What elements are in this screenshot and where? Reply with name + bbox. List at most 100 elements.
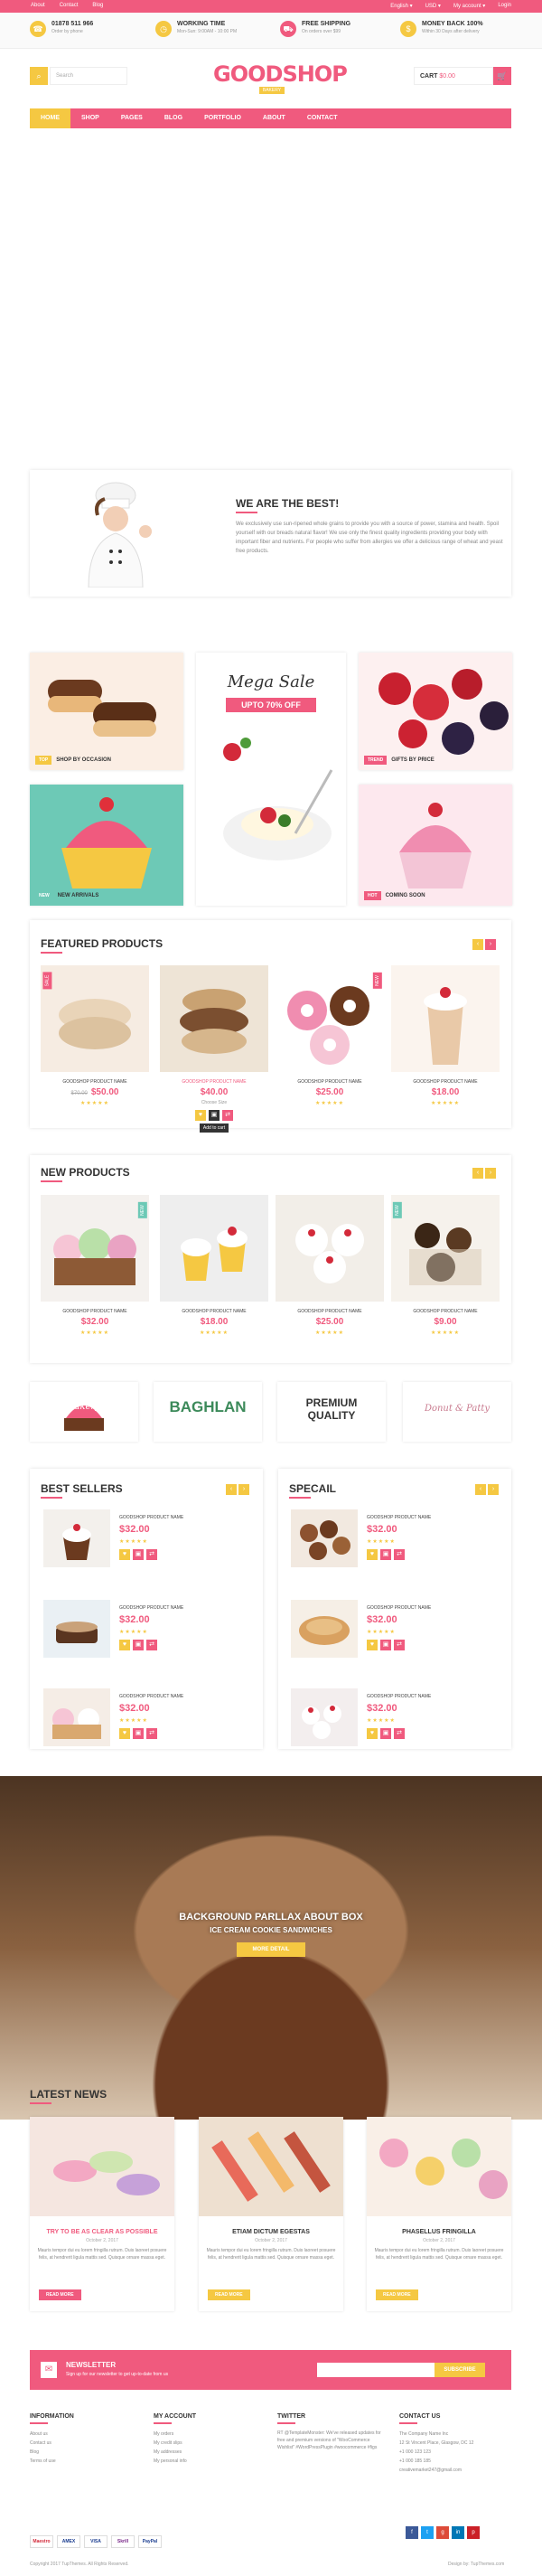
- more-detail-button[interactable]: MORE DETAIL: [237, 1942, 305, 1957]
- my-account-menu[interactable]: My account ▾: [453, 3, 485, 9]
- shop-now-button[interactable]: SHOP NOW: [194, 328, 274, 343]
- product-name[interactable]: GOODSHOP PRODUCT NAME: [119, 1515, 183, 1520]
- product-card[interactable]: GOODSHOP PRODUCT NAME $40.00 Choose Size…: [160, 965, 268, 1133]
- best-seller-item[interactable]: GOODSHOP PRODUCT NAME $32.00 ★★★★★ ♥ ▣ ⇄: [43, 1509, 269, 1573]
- product-card[interactable]: NEW GOODSHOP PRODUCT NAME $25.00 ★★★★★: [276, 965, 384, 1106]
- heart-icon[interactable]: ♥: [367, 1640, 378, 1650]
- product-name[interactable]: GOODSHOP PRODUCT NAME: [160, 1309, 268, 1314]
- best-seller-item[interactable]: GOODSHOP PRODUCT NAME $32.00 ★★★★★ ♥ ▣ ⇄: [43, 1600, 269, 1663]
- slider-dot[interactable]: [239, 396, 246, 402]
- top-link-blog[interactable]: Blog: [92, 3, 103, 8]
- cart-icon[interactable]: ▣: [380, 1549, 391, 1560]
- brand-logo[interactable]: PREMIUM QUALITY: [277, 1382, 386, 1442]
- browse-button[interactable]: BROWSE: [276, 328, 330, 343]
- linkedin-icon[interactable]: in: [452, 2526, 464, 2539]
- prev-arrow-icon[interactable]: ‹: [475, 1484, 486, 1495]
- product-name[interactable]: GOODSHOP PRODUCT NAME: [41, 1079, 149, 1085]
- newsletter-email-input[interactable]: [317, 2363, 435, 2377]
- heart-icon[interactable]: ♥: [119, 1549, 130, 1560]
- heart-icon[interactable]: ♥: [195, 1110, 206, 1121]
- next-arrow-icon[interactable]: ›: [485, 1168, 496, 1179]
- news-title[interactable]: ETIAM DICTUM EGESTAS: [199, 2229, 343, 2235]
- top-link-about[interactable]: About: [31, 3, 45, 8]
- nav-shop[interactable]: SHOP: [70, 108, 110, 128]
- top-link-contact[interactable]: Contact: [60, 3, 79, 8]
- banner-new-arrivals[interactable]: NEW NEW ARRIVALS: [30, 785, 183, 906]
- product-name[interactable]: GOODSHOP PRODUCT NAME: [367, 1515, 431, 1520]
- cart-icon[interactable]: ▣: [380, 1728, 391, 1739]
- cart-icon[interactable]: ▣: [133, 1640, 144, 1650]
- news-card[interactable]: ETIAM DICTUM EGESTAS October 2, 2017 Mau…: [199, 2117, 343, 2311]
- product-name[interactable]: GOODSHOP PRODUCT NAME: [276, 1309, 384, 1314]
- product-name[interactable]: GOODSHOP PRODUCT NAME: [160, 1079, 268, 1085]
- compare-icon[interactable]: ⇄: [146, 1728, 157, 1739]
- footer-link[interactable]: My addresses: [154, 2448, 271, 2457]
- prev-arrow-icon[interactable]: ‹: [472, 939, 483, 950]
- news-title[interactable]: PHASELLUS FRINGILLA: [367, 2229, 511, 2235]
- product-card[interactable]: GOODSHOP PRODUCT NAME $18.00 ★★★★★: [391, 965, 500, 1106]
- login-link[interactable]: Login: [498, 3, 511, 9]
- brand-logo[interactable]: Donut & Patty: [403, 1382, 511, 1442]
- nav-portfolio[interactable]: PORTFOLIO: [193, 108, 252, 128]
- nav-pages[interactable]: PAGES: [110, 108, 154, 128]
- heart-icon[interactable]: ♥: [119, 1640, 130, 1650]
- compare-icon[interactable]: ⇄: [146, 1549, 157, 1560]
- news-card[interactable]: PHASELLUS FRINGILLA October 2, 2017 Maur…: [367, 2117, 511, 2311]
- search-icon[interactable]: ⌕: [30, 67, 48, 85]
- cart-icon[interactable]: ▣: [133, 1728, 144, 1739]
- news-card[interactable]: TRY TO BE AS CLEAR AS POSSIBLE October 2…: [30, 2117, 174, 2311]
- compare-icon[interactable]: ⇄: [394, 1728, 405, 1739]
- product-card[interactable]: GOODSHOP PRODUCT NAME $25.00 ★★★★★: [276, 1195, 384, 1336]
- read-more-button[interactable]: READ MORE: [208, 2289, 250, 2300]
- product-name[interactable]: GOODSHOP PRODUCT NAME: [391, 1079, 500, 1085]
- product-name[interactable]: GOODSHOP PRODUCT NAME: [367, 1694, 431, 1699]
- product-name[interactable]: GOODSHOP PRODUCT NAME: [276, 1079, 384, 1085]
- footer-link[interactable]: Terms of use: [30, 2457, 147, 2466]
- slider-dot[interactable]: [283, 396, 289, 402]
- product-name[interactable]: GOODSHOP PRODUCT NAME: [41, 1309, 149, 1314]
- prev-arrow-icon[interactable]: ‹: [226, 1484, 237, 1495]
- design-credit[interactable]: Design by: TupThemes.com: [448, 2562, 504, 2567]
- cart-icon[interactable]: ▣: [209, 1110, 220, 1121]
- language-select[interactable]: English ▾: [390, 3, 412, 9]
- slider-dot[interactable]: [272, 396, 278, 402]
- footer-link[interactable]: Blog: [30, 2448, 147, 2457]
- footer-link[interactable]: My orders: [154, 2430, 271, 2439]
- product-card[interactable]: NEW GOODSHOP PRODUCT NAME $32.00 ★★★★★: [41, 1195, 149, 1336]
- cart-icon[interactable]: ▣: [133, 1549, 144, 1560]
- special-item[interactable]: GOODSHOP PRODUCT NAME $32.00 ★★★★★ ♥ ▣ ⇄: [291, 1509, 517, 1573]
- special-item[interactable]: GOODSHOP PRODUCT NAME $32.00 ★★★★★ ♥ ▣ ⇄: [291, 1600, 517, 1663]
- prev-arrow-icon[interactable]: ‹: [472, 1168, 483, 1179]
- cart-icon[interactable]: ▣: [380, 1640, 391, 1650]
- banner-coming-soon[interactable]: HOT COMING SOON: [359, 785, 512, 906]
- slider-dot[interactable]: [261, 396, 267, 402]
- slider-dot[interactable]: [250, 396, 257, 402]
- product-name[interactable]: GOODSHOP PRODUCT NAME: [367, 1605, 431, 1611]
- footer-link[interactable]: About us: [30, 2430, 147, 2439]
- heart-icon[interactable]: ♥: [119, 1728, 130, 1739]
- banner-mega-sale[interactable]: Mega Sale UPTO 70% OFF: [196, 653, 346, 906]
- product-card[interactable]: GOODSHOP PRODUCT NAME $18.00 ★★★★★: [160, 1195, 268, 1336]
- product-name[interactable]: GOODSHOP PRODUCT NAME: [119, 1694, 183, 1699]
- product-name[interactable]: GOODSHOP PRODUCT NAME: [119, 1605, 183, 1611]
- brand-logo[interactable]: Bakery: [30, 1382, 138, 1442]
- cart-box[interactable]: CART $0.00: [414, 67, 493, 85]
- product-card[interactable]: NEW GOODSHOP PRODUCT NAME $9.00 ★★★★★: [391, 1195, 500, 1336]
- next-arrow-icon[interactable]: ›: [488, 1484, 499, 1495]
- nav-about[interactable]: ABOUT: [252, 108, 296, 128]
- news-title[interactable]: TRY TO BE AS CLEAR AS POSSIBLE: [30, 2229, 174, 2235]
- compare-icon[interactable]: ⇄: [394, 1549, 405, 1560]
- compare-icon[interactable]: ⇄: [394, 1640, 405, 1650]
- next-arrow-icon[interactable]: ›: [238, 1484, 249, 1495]
- best-seller-item[interactable]: GOODSHOP PRODUCT NAME $32.00 ★★★★★ ♥ ▣ ⇄: [43, 1688, 269, 1752]
- next-arrow-icon[interactable]: ›: [485, 939, 496, 950]
- footer-link[interactable]: Contact us: [30, 2439, 147, 2448]
- currency-select[interactable]: USD ▾: [425, 3, 441, 9]
- footer-link[interactable]: My personal info: [154, 2457, 271, 2466]
- banner-shop-by-occasion[interactable]: TOP SHOP BY OCCASION: [30, 653, 183, 770]
- compare-icon[interactable]: ⇄: [146, 1640, 157, 1650]
- brand-logo[interactable]: BAGHLAN: [154, 1382, 262, 1442]
- pinterest-icon[interactable]: p: [467, 2526, 480, 2539]
- google-plus-icon[interactable]: g: [436, 2526, 449, 2539]
- heart-icon[interactable]: ♥: [367, 1728, 378, 1739]
